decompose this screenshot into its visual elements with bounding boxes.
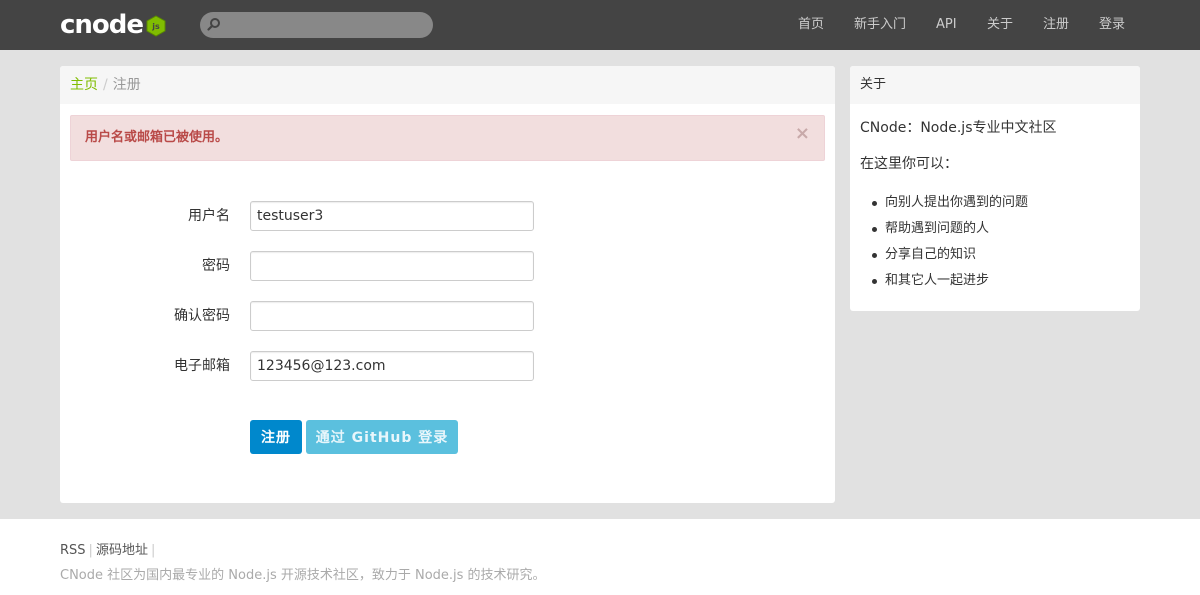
- confirm-password-label: 确认密码: [174, 308, 230, 324]
- list-item: 分享自己的知识: [860, 242, 1130, 268]
- password-label: 密码: [202, 258, 230, 274]
- list-item: 和其它人一起进步: [860, 268, 1130, 294]
- username-label: 用户名: [188, 208, 230, 224]
- username-row: 用户名: [60, 201, 835, 231]
- logo-text: cnode: [60, 10, 144, 40]
- github-login-button[interactable]: 通过 GitHub 登录: [306, 420, 458, 454]
- breadcrumb-current: 注册: [112, 77, 141, 93]
- footer-source-link[interactable]: 源码地址: [96, 543, 148, 558]
- search-input[interactable]: [226, 12, 426, 38]
- list-item: 向别人提出你遇到的问题: [860, 190, 1130, 216]
- breadcrumb: 主页 / 注册: [60, 66, 835, 104]
- nav-api[interactable]: API: [936, 16, 957, 34]
- search-icon: [207, 18, 220, 31]
- sidebar-subtitle: 在这里你可以：: [860, 156, 958, 172]
- footer: RSS | 源码地址 | CNode 社区为国内最专业的 Node.js 开源技术社区…: [0, 519, 1200, 595]
- nodejs-hex-icon: js: [146, 15, 166, 37]
- footer-links: RSS | 源码地址 |: [60, 543, 158, 559]
- breadcrumb-separator: /: [103, 77, 108, 93]
- email-row: 电子邮箱: [60, 351, 835, 381]
- nav-register[interactable]: 注册: [1043, 16, 1069, 34]
- footer-separator: |: [88, 543, 93, 558]
- logo-badge-text: js: [151, 22, 160, 31]
- error-alert: 用户名或邮箱已被使用。 ×: [70, 115, 825, 161]
- nav-about[interactable]: 关于: [987, 16, 1013, 34]
- close-icon[interactable]: ×: [795, 124, 810, 144]
- footer-description: CNode 社区为国内最专业的 Node.js 开源技术社区，致力于 Node.…: [60, 568, 546, 583]
- search-box[interactable]: [200, 12, 433, 38]
- top-navbar: cnode js 首页 新手入门 API 关于 注册 登录: [0, 0, 1200, 50]
- alert-message: 用户名或邮箱已被使用。: [85, 130, 229, 145]
- username-field[interactable]: [250, 201, 534, 231]
- register-panel: 主页/注册 用户名或邮箱已被使用。 × 用户名 密码 确认密码 电子邮箱 注册 …: [60, 66, 835, 503]
- email-field[interactable]: [250, 351, 534, 381]
- nav-login[interactable]: 登录: [1099, 16, 1125, 34]
- nav-home[interactable]: 首页: [798, 16, 824, 34]
- cnode-logo[interactable]: cnode js: [60, 10, 166, 40]
- footer-separator: |: [150, 543, 156, 558]
- breadcrumb-home-link[interactable]: 主页: [70, 77, 98, 93]
- confirm-password-row: 确认密码: [60, 301, 835, 331]
- confirm-password-field[interactable]: [250, 301, 534, 331]
- list-item: 帮助遇到问题的人: [860, 216, 1130, 242]
- password-row: 密码: [60, 251, 835, 281]
- register-button[interactable]: 注册: [250, 420, 302, 454]
- password-field[interactable]: [250, 251, 534, 281]
- sidebar-intro: CNode：Node.js专业中文社区: [860, 120, 1057, 136]
- email-label: 电子邮箱: [174, 358, 230, 374]
- nav-getting-started[interactable]: 新手入门: [854, 16, 906, 34]
- footer-rss-link[interactable]: RSS: [60, 543, 86, 558]
- about-sidebar: 关于 CNode：Node.js专业中文社区 在这里你可以： 向别人提出你遇到的…: [850, 66, 1140, 311]
- sidebar-body: CNode：Node.js专业中文社区 在这里你可以： 向别人提出你遇到的问题 …: [860, 118, 1130, 294]
- sidebar-title: 关于: [850, 66, 1140, 104]
- sidebar-feature-list: 向别人提出你遇到的问题 帮助遇到问题的人 分享自己的知识 和其它人一起进步: [860, 190, 1130, 294]
